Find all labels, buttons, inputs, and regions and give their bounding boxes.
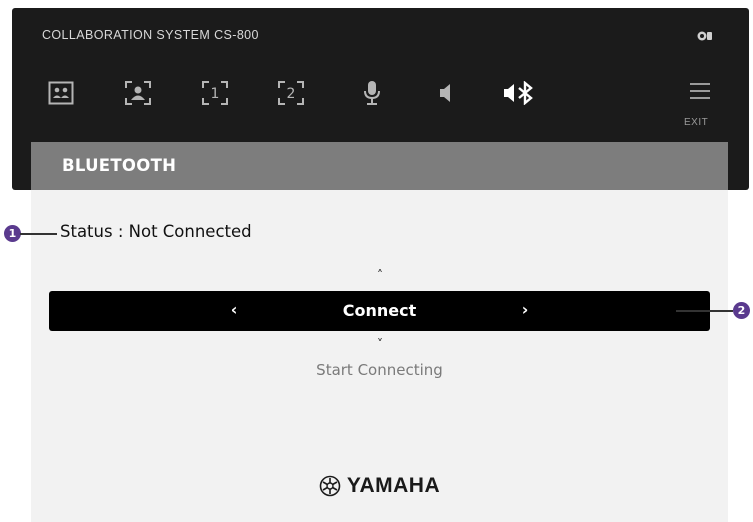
- down-arrow-icon[interactable]: ˅: [370, 338, 390, 350]
- next-arrow-icon[interactable]: ›: [515, 300, 535, 319]
- callout-1-line: [20, 233, 57, 235]
- connect-selector[interactable]: Connect ‹ ›: [49, 291, 710, 331]
- panel-title: BLUETOOTH: [62, 156, 177, 175]
- preset-2-icon[interactable]: 2: [273, 76, 309, 110]
- bluetooth-speaker-icon[interactable]: [501, 76, 537, 110]
- device-title: COLLABORATION SYSTEM CS-800: [42, 28, 259, 42]
- callout-2: 2: [733, 302, 750, 319]
- multi-view-icon[interactable]: [43, 76, 79, 110]
- brand-text: YAMAHA: [346, 474, 441, 497]
- speaker-volume-icon[interactable]: [428, 76, 464, 110]
- callout-2-line: [676, 310, 733, 312]
- svg-text:1: 1: [211, 86, 220, 102]
- camera-status-icon: [697, 28, 713, 42]
- up-arrow-icon[interactable]: ˄: [370, 269, 390, 281]
- menu-icon[interactable]: [682, 74, 718, 108]
- description-text: Start Connecting: [316, 361, 443, 379]
- speaker-framing-icon[interactable]: [120, 76, 156, 110]
- microphone-icon[interactable]: [354, 76, 390, 110]
- yamaha-emblem-icon: [319, 475, 341, 497]
- brand-logo: YAMAHA: [31, 472, 728, 500]
- exit-label[interactable]: EXIT: [684, 117, 708, 128]
- prev-arrow-icon[interactable]: ‹: [224, 300, 244, 319]
- callout-1: 1: [4, 225, 21, 242]
- status-text: Status : Not Connected: [60, 222, 252, 241]
- selector-value: Connect: [342, 301, 417, 320]
- svg-text:2: 2: [287, 86, 296, 102]
- panel-header: BLUETOOTH: [31, 142, 728, 190]
- preset-1-icon[interactable]: 1: [197, 76, 233, 110]
